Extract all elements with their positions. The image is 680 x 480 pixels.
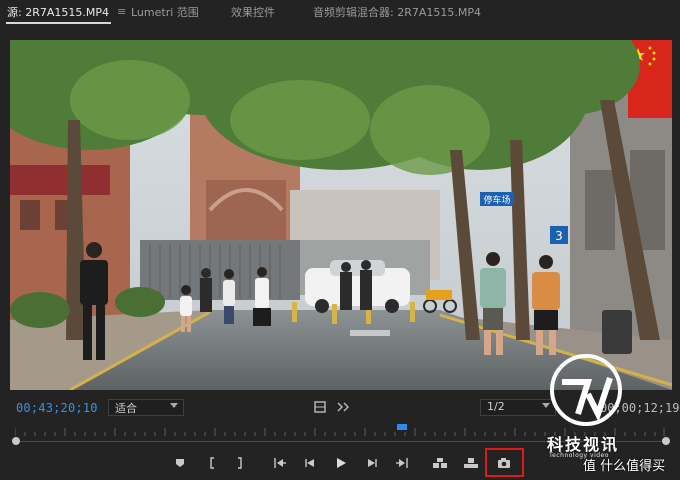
number-sign: 3: [555, 229, 563, 243]
step-back-button[interactable]: [301, 455, 319, 471]
tab-audio-clip-mixer[interactable]: 音频剪辑混合器: 2R7A1515.MP4: [313, 4, 481, 20]
mark-out-icon: [238, 457, 242, 469]
marker-icon: [176, 459, 184, 467]
mark-in-icon: [210, 457, 214, 469]
overwrite-icon: [464, 458, 478, 468]
step-forward-button[interactable]: [363, 455, 381, 471]
panel-tab-bar: 源: 2R7A1515.MP4 ≡ Lumetri 范围 效果控件 音频剪辑混合…: [0, 0, 680, 26]
chevron-down-icon: [170, 403, 178, 408]
overwrite-button[interactable]: [462, 455, 480, 471]
zoom-fit-value: 适合: [115, 402, 137, 415]
step-forward-icon: [368, 459, 377, 467]
export-frame-highlight: [485, 448, 524, 477]
drag-video-button[interactable]: [336, 400, 352, 414]
watermark-logo-icon: [550, 354, 622, 426]
insert-clip-button[interactable]: [313, 400, 327, 414]
zoom-fit-select[interactable]: 适合: [108, 399, 184, 416]
tab-effect-controls[interactable]: 效果控件: [231, 4, 275, 20]
add-marker-button[interactable]: [171, 455, 189, 471]
tab-menu-icon[interactable]: ≡: [117, 5, 126, 18]
step-back-icon: [305, 459, 314, 467]
street-scene-image: 停车场 3: [10, 40, 672, 390]
go-to-in-button[interactable]: [271, 455, 289, 471]
arrows-expand-icon: [337, 402, 349, 412]
zoom-handle-left[interactable]: [12, 437, 20, 445]
clip-icon: [314, 401, 326, 413]
parking-sign: 停车场: [483, 194, 510, 206]
tab-lumetri-scopes[interactable]: Lumetri 范围: [131, 4, 199, 20]
active-tab-indicator: [6, 22, 111, 24]
mark-out-button[interactable]: [231, 455, 249, 471]
go-to-out-icon: [396, 458, 408, 468]
mark-in-button[interactable]: [203, 455, 221, 471]
watermark-site: 值 什么值得买: [583, 459, 666, 474]
zoom-handle-right[interactable]: [662, 437, 670, 445]
playback-resolution-value: 1/2: [487, 400, 505, 413]
play-icon: [337, 458, 346, 468]
playhead-marker[interactable]: [397, 424, 407, 430]
playback-resolution-select[interactable]: 1/2: [480, 399, 556, 416]
go-to-in-icon: [274, 458, 286, 468]
insert-icon: [433, 458, 447, 468]
playhead-timecode[interactable]: 00;43;20;10: [16, 401, 98, 415]
tab-source[interactable]: 源: 2R7A1515.MP4: [7, 4, 109, 20]
go-to-out-button[interactable]: [393, 455, 411, 471]
play-button[interactable]: [332, 455, 350, 471]
insert-button[interactable]: [431, 455, 449, 471]
source-monitor-video[interactable]: 停车场 3: [10, 40, 672, 390]
